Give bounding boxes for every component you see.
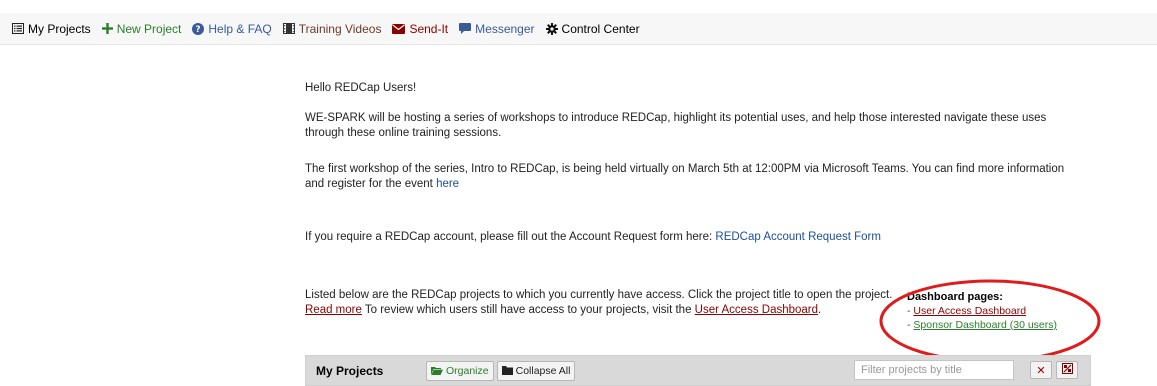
listing-text-before: Listed below are the REDCap projects to … bbox=[305, 289, 893, 301]
nav-my-projects[interactable]: My Projects bbox=[12, 22, 91, 36]
nav-help-faq-label: Help & FAQ bbox=[208, 21, 272, 36]
list-icon bbox=[12, 23, 24, 34]
workshop-paragraph: WE-SPARK will be hosting a series of wor… bbox=[305, 112, 1047, 139]
account-text: If you require a REDCap account, please … bbox=[305, 231, 716, 243]
dashboard-pages-title: Dashboard pages: bbox=[907, 291, 1003, 303]
user-access-dashboard-link[interactable]: User Access Dashboard bbox=[695, 304, 818, 316]
plus-icon bbox=[101, 23, 113, 34]
listing-paragraph: Listed below are the REDCap projects to … bbox=[305, 288, 900, 318]
collapse-all-label: Collapse All bbox=[515, 364, 571, 377]
read-more-link[interactable]: Read more bbox=[305, 304, 362, 316]
organize-label: Organize bbox=[446, 364, 489, 377]
account-paragraph: If you require a REDCap account, please … bbox=[305, 230, 881, 245]
nav-new-project[interactable]: New Project bbox=[101, 21, 182, 36]
nav-send-it-label: Send-It bbox=[409, 21, 449, 36]
envelope-icon bbox=[392, 23, 406, 34]
dashboard-item: - User Access Dashboard bbox=[907, 304, 1057, 318]
dashboard-item: - Sponsor Dashboard (30 users) bbox=[907, 318, 1057, 332]
account-request-form-link[interactable]: REDCap Account Request Form bbox=[715, 231, 881, 243]
film-icon bbox=[282, 23, 295, 34]
my-projects-bar: My Projects Organize Collapse All ✕ bbox=[305, 355, 1091, 386]
listing-text-after: . bbox=[818, 304, 822, 316]
times-icon: ✕ bbox=[1036, 364, 1046, 377]
dashboard-pages-box: Dashboard pages: - User Access Dashboard… bbox=[907, 290, 1057, 332]
nav-help-faq[interactable]: ? Help & FAQ bbox=[192, 21, 272, 36]
nav-messenger-label: Messenger bbox=[475, 21, 535, 36]
nav-training-videos[interactable]: Training Videos bbox=[282, 21, 382, 36]
nav-my-projects-label: My Projects bbox=[28, 21, 91, 36]
top-navigation: My Projects New Project ? Help & FAQ Tra… bbox=[0, 13, 1157, 45]
my-projects-title: My Projects bbox=[316, 363, 384, 378]
nav-new-project-label: New Project bbox=[116, 21, 182, 36]
folder-open-icon bbox=[431, 366, 443, 375]
gear-icon bbox=[545, 22, 558, 35]
question-circle-icon: ? bbox=[192, 22, 205, 35]
folder-icon bbox=[501, 366, 513, 375]
filter-projects-input[interactable] bbox=[854, 360, 1014, 380]
sponsor-dashboard-link[interactable]: Sponsor Dashboard (30 users) bbox=[913, 319, 1057, 331]
first-workshop-text: The first workshop of the series, Intro … bbox=[305, 163, 1065, 190]
nav-send-it[interactable]: Send-It bbox=[392, 22, 448, 36]
collapse-all-button[interactable]: Collapse All bbox=[496, 360, 576, 381]
nav-control-center-label: Control Center bbox=[561, 21, 640, 36]
svg-text:?: ? bbox=[196, 25, 201, 35]
first-workshop-paragraph: The first workshop of the series, Intro … bbox=[305, 162, 1075, 192]
chat-icon bbox=[459, 23, 472, 34]
nav-control-center[interactable]: Control Center bbox=[545, 21, 640, 36]
event-here-link[interactable]: here bbox=[436, 178, 459, 190]
listing-text-middle: To review which users still have access … bbox=[361, 304, 695, 316]
nav-messenger[interactable]: Messenger bbox=[459, 21, 535, 36]
clear-icon bbox=[1061, 363, 1073, 377]
nav-training-videos-label: Training Videos bbox=[298, 21, 382, 36]
clear-selection-button[interactable] bbox=[1056, 361, 1078, 379]
greeting-text: Hello REDCap Users! bbox=[305, 82, 417, 94]
clear-filter-button[interactable]: ✕ bbox=[1030, 361, 1052, 379]
organize-button[interactable]: Organize bbox=[426, 360, 494, 381]
user-access-dashboard-side-link[interactable]: User Access Dashboard bbox=[913, 305, 1026, 317]
